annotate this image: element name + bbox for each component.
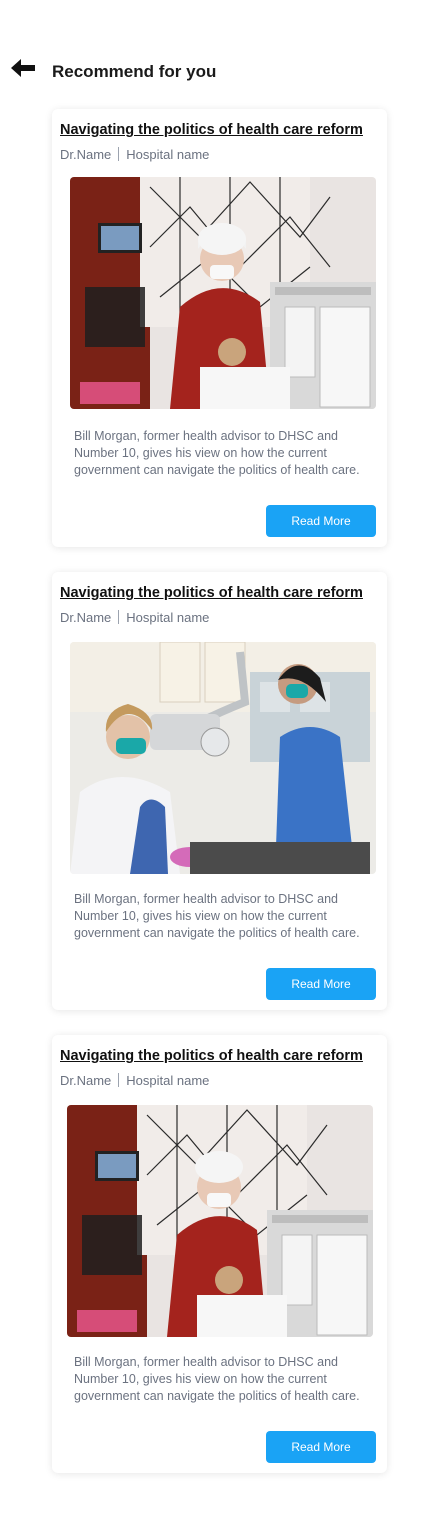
- back-button[interactable]: [9, 56, 37, 80]
- read-more-button[interactable]: Read More: [266, 968, 376, 1000]
- article-title-link[interactable]: Navigating the politics of health care r…: [60, 585, 363, 601]
- article-description: Bill Morgan, former health advisor to DH…: [74, 1355, 360, 1403]
- article-description: Bill Morgan, former health advisor to DH…: [74, 429, 360, 477]
- article-description: Bill Morgan, former health advisor to DH…: [74, 892, 360, 940]
- dental-clinic-photo: [70, 642, 376, 874]
- read-more-button[interactable]: Read More: [266, 505, 376, 537]
- article-meta: Dr.Name Hospital name: [60, 610, 209, 625]
- read-more-button[interactable]: Read More: [266, 1431, 376, 1463]
- page-title: Recommend for you: [52, 62, 217, 81]
- hospital-name: Hospital name: [126, 610, 210, 625]
- doctor-name: Dr.Name: [60, 147, 112, 162]
- article-card: Navigating the politics of health care r…: [52, 1035, 387, 1473]
- article-meta: Dr.Name Hospital name: [60, 147, 209, 162]
- meta-divider: [118, 147, 120, 161]
- article-meta: Dr.Name Hospital name: [60, 1073, 209, 1088]
- doctor-name: Dr.Name: [60, 610, 112, 625]
- arrow-left-icon: [11, 59, 35, 77]
- doctor-name: Dr.Name: [60, 1073, 112, 1088]
- hospital-name: Hospital name: [126, 1073, 210, 1088]
- article-card: Navigating the politics of health care r…: [52, 572, 387, 1010]
- dental-clinic-photo: [70, 177, 376, 409]
- article-title-link[interactable]: Navigating the politics of health care r…: [60, 1048, 363, 1064]
- article-card: Navigating the politics of health care r…: [52, 109, 387, 547]
- dental-clinic-photo: [67, 1105, 373, 1337]
- article-title-link[interactable]: Navigating the politics of health care r…: [60, 122, 363, 138]
- meta-divider: [118, 1073, 120, 1087]
- header: Recommend for you: [0, 52, 440, 92]
- meta-divider: [118, 610, 120, 624]
- hospital-name: Hospital name: [126, 147, 210, 162]
